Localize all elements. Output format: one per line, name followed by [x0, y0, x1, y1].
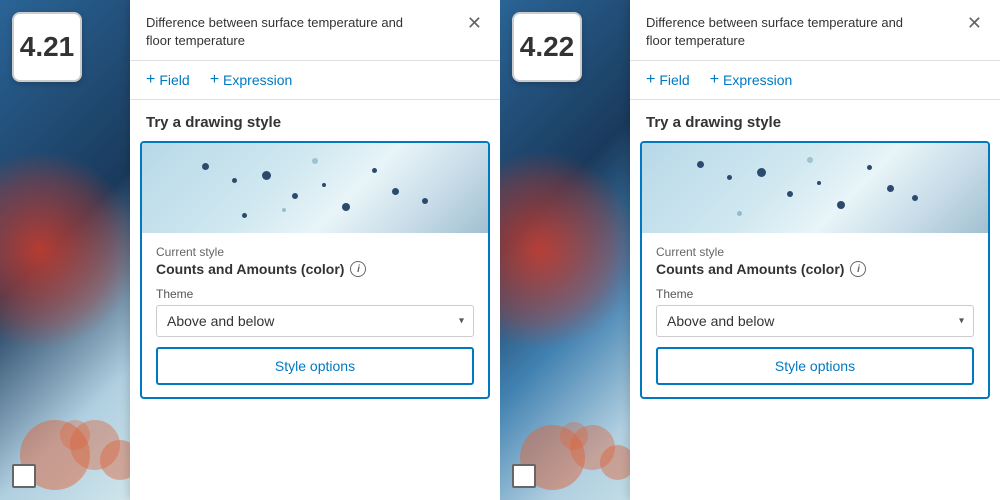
thumb-dot — [422, 198, 428, 204]
thumb-dot — [727, 175, 732, 180]
thumb-dot — [912, 195, 918, 201]
thumb-dot — [787, 191, 793, 197]
panel-header-right: Difference between surface temperature a… — [630, 0, 1000, 61]
drawing-panel-right: Difference between surface temperature a… — [630, 0, 1000, 500]
close-button-left[interactable]: ✕ — [465, 14, 484, 32]
theme-select-right[interactable]: Above and below High to low Centered on … — [656, 305, 974, 337]
expression-label-right: Expression — [723, 72, 792, 88]
plus-icon-left: + — [146, 71, 155, 89]
thumb-dot — [807, 157, 813, 163]
style-thumbnail-left — [142, 143, 488, 233]
panel-body-left: Try a drawing style — [130, 100, 500, 500]
thumb-dot — [232, 178, 237, 183]
theme-label-right: Theme — [656, 287, 974, 301]
field-label-left: Field — [159, 72, 189, 88]
drawing-panel-left: Difference between surface temperature a… — [130, 0, 500, 500]
plus-icon-expr-left: + — [210, 71, 219, 89]
thumb-dot — [292, 193, 298, 199]
style-thumbnail-right — [642, 143, 988, 233]
left-panel-wrapper: 4.21 Difference between surface temperat… — [0, 0, 500, 500]
section-title-right: Try a drawing style — [630, 100, 1000, 141]
theme-select-left[interactable]: Above and below High to low Centered on … — [156, 305, 474, 337]
thumb-dot — [867, 165, 872, 170]
style-card-right: Current style Counts and Amounts (color)… — [640, 141, 990, 399]
add-expression-button-left[interactable]: + Expression — [210, 71, 293, 89]
panel-body-right: Try a drawing style — [630, 100, 1000, 500]
current-style-label-right: Current style — [656, 245, 974, 259]
field-label-right: Field — [659, 72, 689, 88]
current-style-label-left: Current style — [156, 245, 474, 259]
theme-select-wrapper-left: Above and below High to low Centered on … — [156, 305, 474, 337]
badge-right: 4.22 — [512, 12, 582, 82]
current-style-name-right: Counts and Amounts (color) i — [656, 261, 974, 277]
expression-label-left: Expression — [223, 72, 292, 88]
thumb-dot — [837, 201, 845, 209]
panel-title-right: Difference between surface temperature a… — [646, 14, 926, 50]
thumb-dot — [242, 213, 247, 218]
thumb-dot — [342, 203, 350, 211]
add-expression-button-right[interactable]: + Expression — [710, 71, 793, 89]
add-field-button-right[interactable]: + Field — [646, 71, 690, 89]
info-icon-left[interactable]: i — [350, 261, 366, 277]
style-card-body-left: Current style Counts and Amounts (color)… — [142, 233, 488, 397]
panel-header-left: Difference between surface temperature a… — [130, 0, 500, 61]
thumb-dot — [697, 161, 704, 168]
theme-select-wrapper-right: Above and below High to low Centered on … — [656, 305, 974, 337]
info-icon-right[interactable]: i — [850, 261, 866, 277]
style-options-button-left[interactable]: Style options — [156, 347, 474, 385]
right-panel-wrapper: 4.22 Difference between surface temperat… — [500, 0, 1000, 500]
thumb-dot — [817, 181, 821, 185]
current-style-name-left: Counts and Amounts (color) i — [156, 261, 474, 277]
thumb-dot — [262, 171, 271, 180]
plus-icon-right: + — [646, 71, 655, 89]
panel-title-left: Difference between surface temperature a… — [146, 14, 426, 50]
bottom-square-left[interactable] — [12, 464, 36, 488]
thumb-dot — [757, 168, 766, 177]
bottom-square-right[interactable] — [512, 464, 536, 488]
thumb-dot — [322, 183, 326, 187]
thumb-dot — [887, 185, 894, 192]
style-card-body-right: Current style Counts and Amounts (color)… — [642, 233, 988, 397]
section-title-left: Try a drawing style — [130, 100, 500, 141]
thumb-dot — [202, 163, 209, 170]
style-options-button-right[interactable]: Style options — [656, 347, 974, 385]
panel-toolbar-left: + Field + Expression — [130, 61, 500, 100]
thumb-dot — [312, 158, 318, 164]
badge-left: 4.21 — [12, 12, 82, 82]
plus-icon-expr-right: + — [710, 71, 719, 89]
theme-label-left: Theme — [156, 287, 474, 301]
thumb-dot — [737, 211, 742, 216]
thumb-dot — [372, 168, 377, 173]
thumb-dot — [282, 208, 286, 212]
style-card-left: Current style Counts and Amounts (color)… — [140, 141, 490, 399]
add-field-button-left[interactable]: + Field — [146, 71, 190, 89]
panel-toolbar-right: + Field + Expression — [630, 61, 1000, 100]
close-button-right[interactable]: ✕ — [965, 14, 984, 32]
thumb-dot — [392, 188, 399, 195]
